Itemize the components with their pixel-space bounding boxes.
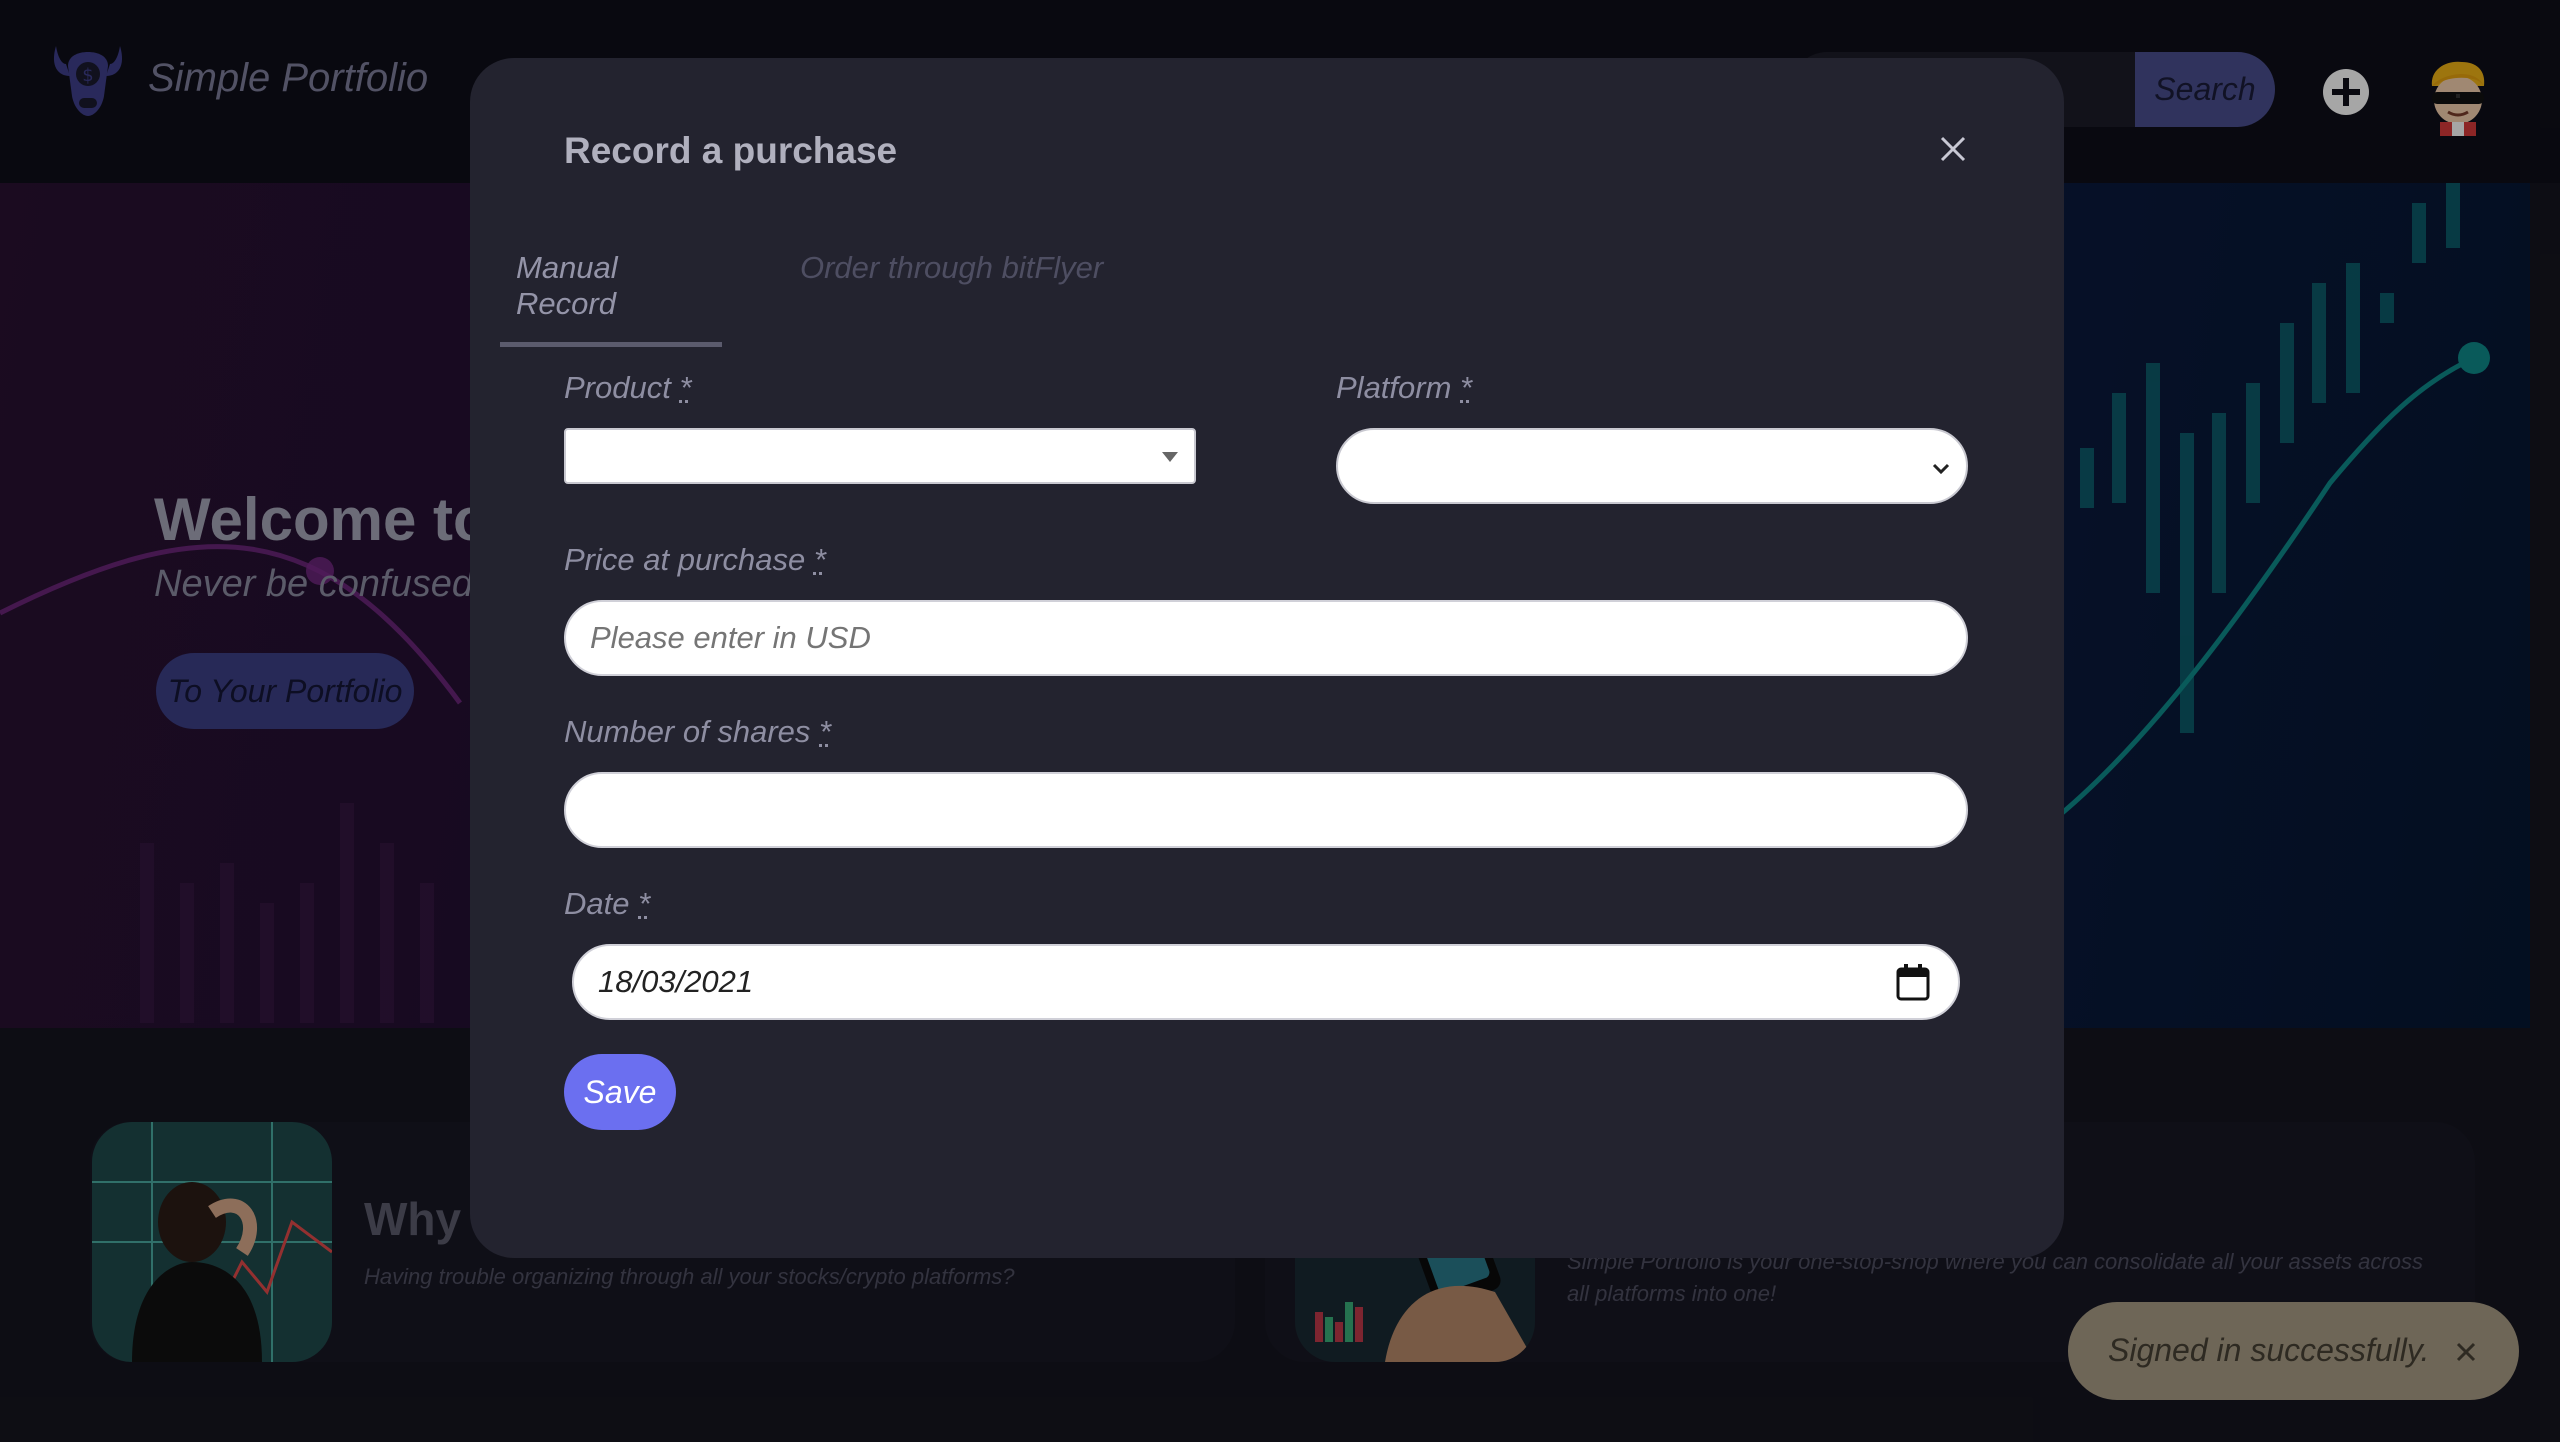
calendar-icon[interactable] [1896,963,1930,1001]
date-label-text: Date [564,886,630,921]
price-label: Price at purchase * [564,542,826,578]
date-input[interactable]: 18/03/2021 [572,944,1960,1020]
date-label: Date * [564,886,650,922]
required-mark: * [1460,370,1473,405]
shares-label-text: Number of shares [564,714,811,749]
tab-manual-record[interactable]: Manual Record [500,238,722,347]
caret-down-icon [1162,452,1178,462]
modal-tabs: Manual Record Order through bitFlyer [500,238,1119,347]
chevron-down-icon [1932,463,1950,475]
record-purchase-modal: Record a purchase Manual Record Order th… [470,58,2064,1258]
required-mark: * [638,886,651,921]
price-input[interactable] [564,600,1968,676]
required-mark: * [819,714,832,749]
modal-title: Record a purchase [564,130,898,171]
shares-input[interactable] [564,772,1968,848]
platform-label: Platform * [1336,370,1472,406]
save-button[interactable]: Save [564,1054,676,1130]
close-icon[interactable] [2454,1340,2478,1364]
tab-order-bitflyer[interactable]: Order through bitFlyer [784,238,1119,347]
date-value: 18/03/2021 [598,964,754,999]
close-icon[interactable] [1938,134,1968,164]
required-mark: * [679,370,692,405]
product-label: Product * [564,370,692,406]
required-mark: * [813,542,826,577]
platform-select[interactable] [1336,428,1968,504]
toast-notification: Signed in successfully. [2068,1302,2519,1400]
shares-label: Number of shares * [564,714,831,750]
platform-label-text: Platform [1336,370,1452,405]
toast-message: Signed in successfully. [2108,1332,2430,1368]
price-label-text: Price at purchase [564,542,806,577]
product-select[interactable] [564,428,1196,484]
product-label-text: Product [564,370,671,405]
